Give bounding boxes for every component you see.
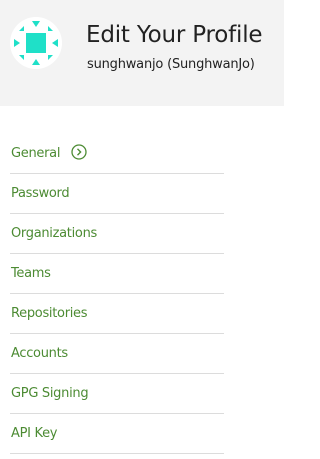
nav-item-teams[interactable]: Teams bbox=[10, 254, 224, 294]
page-title: Edit Your Profile bbox=[86, 22, 263, 48]
nav-item-label: Password bbox=[11, 186, 70, 201]
username-label: sunghwanjo (SunghwanJo) bbox=[87, 57, 255, 72]
nav-item-label: Organizations bbox=[11, 226, 97, 241]
nav-item-repositories[interactable]: Repositories bbox=[10, 294, 224, 334]
nav-item-organizations[interactable]: Organizations bbox=[10, 214, 224, 254]
nav-item-label: Accounts bbox=[11, 346, 68, 361]
nav-item-label: GPG Signing bbox=[11, 386, 89, 401]
nav-item-label: API Key bbox=[11, 426, 58, 441]
nav-item-general[interactable]: General bbox=[10, 134, 224, 174]
profile-header: Edit Your Profile sunghwanjo (SunghwanJo… bbox=[0, 0, 284, 106]
nav-item-gpg-signing[interactable]: GPG Signing bbox=[10, 374, 224, 414]
nav-item-label: General bbox=[11, 146, 61, 161]
nav-item-password[interactable]: Password bbox=[10, 174, 224, 214]
nav-item-label: Teams bbox=[11, 266, 51, 281]
nav-item-api-key[interactable]: API Key bbox=[10, 414, 224, 454]
avatar bbox=[10, 17, 62, 69]
chevron-right-circle-icon bbox=[71, 144, 87, 160]
identicon-icon bbox=[10, 17, 62, 69]
nav-item-label: Repositories bbox=[11, 306, 88, 321]
settings-nav: General Password Organizations Teams Rep… bbox=[10, 134, 224, 454]
nav-item-accounts[interactable]: Accounts bbox=[10, 334, 224, 374]
